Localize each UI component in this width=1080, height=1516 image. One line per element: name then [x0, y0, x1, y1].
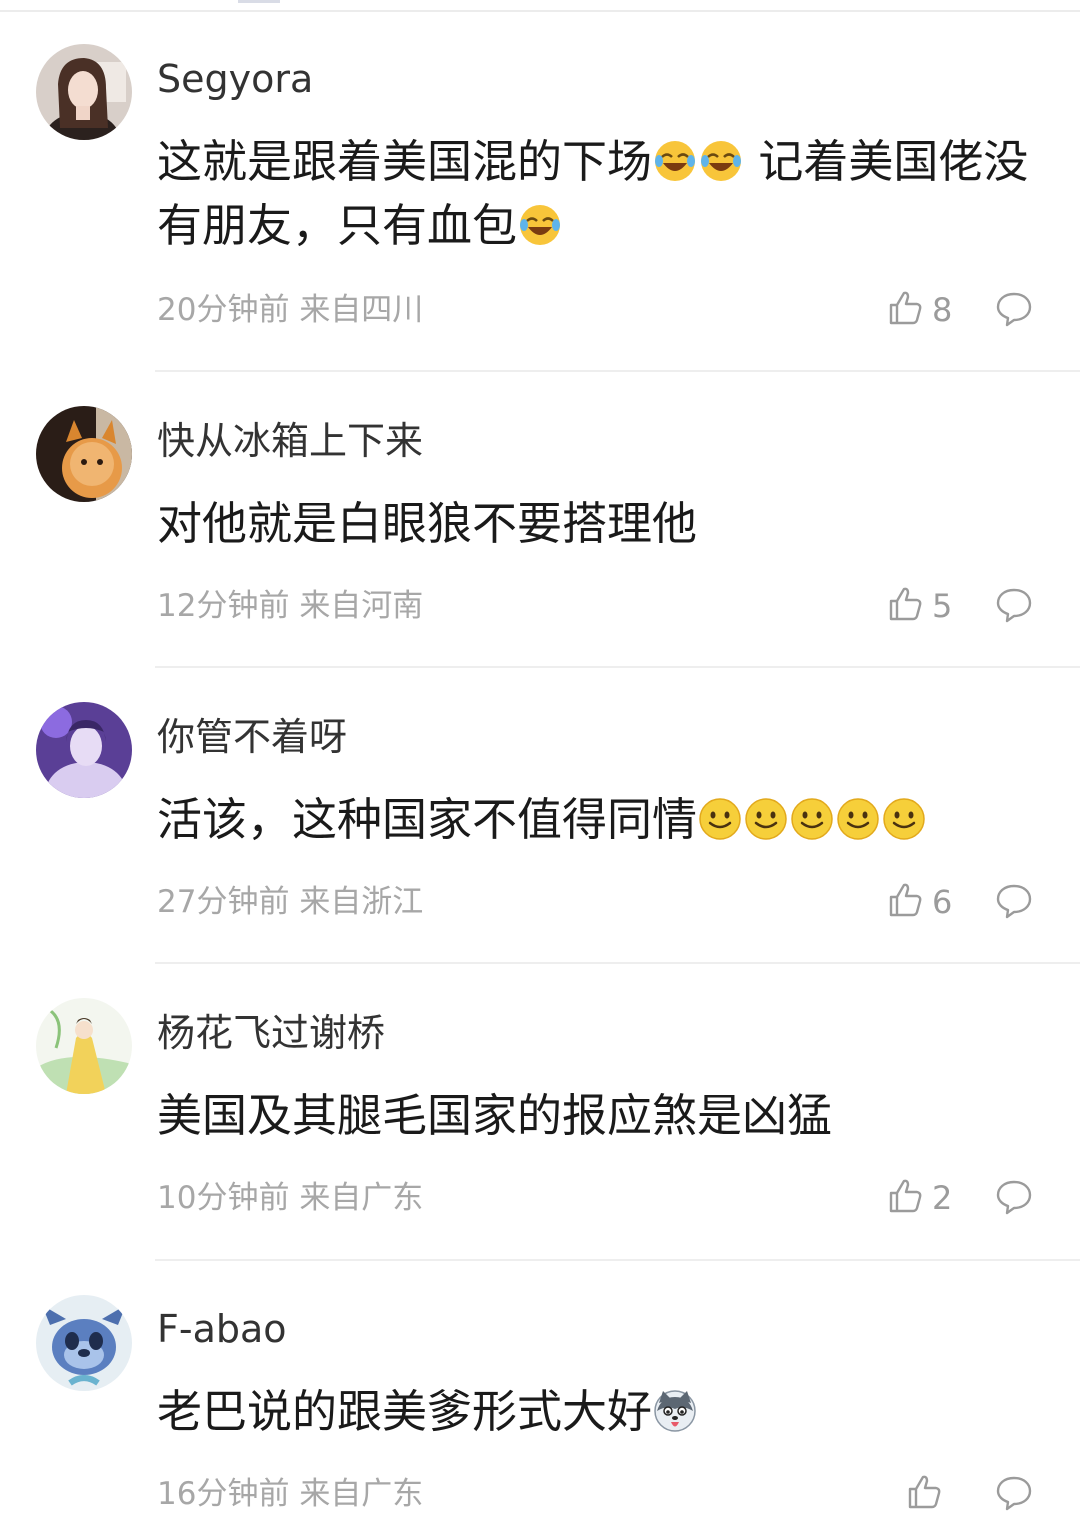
- comment-time: 10分钟前: [157, 1180, 290, 1216]
- reply-button[interactable]: [995, 290, 1035, 330]
- comment-location: 来自四川: [299, 292, 424, 328]
- comment-text: 美国及其腿毛国家的报应煞是凶猛: [157, 1084, 1047, 1148]
- reply-button[interactable]: [995, 586, 1035, 626]
- smile-emoji: [790, 797, 834, 841]
- comment-bubble-icon: [995, 292, 1033, 332]
- comment-meta: 27分钟前 来自浙江: [157, 882, 423, 922]
- comment-meta: 16分钟前 来自广东: [157, 1474, 423, 1514]
- like-count: 8: [932, 291, 953, 329]
- comment-username[interactable]: F-abao: [157, 1306, 287, 1352]
- comment-divider: [155, 370, 1080, 372]
- reply-button[interactable]: [995, 882, 1035, 922]
- laughing-tears-emoji: [518, 203, 562, 247]
- avatar[interactable]: [36, 1295, 132, 1391]
- comment-time: 20分钟前: [157, 292, 290, 328]
- thumbs-up-icon: [905, 1473, 943, 1515]
- tab-indicator: [238, 0, 280, 3]
- smile-emoji: [836, 797, 880, 841]
- comment-text-part: 活该，这种国家不值得同情: [157, 793, 698, 846]
- comment-divider: [155, 1259, 1080, 1261]
- comment-username[interactable]: 快从冰箱上下来: [157, 418, 423, 464]
- comment-bubble-icon: [995, 588, 1033, 628]
- comment-location: 来自河南: [299, 588, 424, 624]
- thumbs-up-icon: [886, 881, 924, 923]
- comment-text: 对他就是白眼狼不要搭理他: [157, 492, 1047, 556]
- comment-text: 老巴说的跟美爹形式大好: [157, 1380, 1047, 1444]
- avatar[interactable]: [36, 998, 132, 1094]
- comment-username[interactable]: 你管不着呀: [157, 714, 347, 760]
- comment-text-part: 美国及其腿毛国家的报应煞是凶猛: [157, 1089, 833, 1142]
- thumbs-up-icon: [886, 1177, 924, 1219]
- comment-divider: [155, 666, 1080, 668]
- smile-emoji: [882, 797, 926, 841]
- like-button[interactable]: [905, 1472, 985, 1516]
- smile-emoji: [744, 797, 788, 841]
- thumbs-up-icon: [886, 585, 924, 627]
- header-divider: [0, 10, 1080, 12]
- avatar[interactable]: [36, 702, 132, 798]
- comment-text-part: 老巴说的跟美爹形式大好: [157, 1385, 653, 1438]
- comment-divider: [155, 962, 1080, 964]
- comment-meta: 12分钟前 来自河南: [157, 586, 423, 626]
- avatar[interactable]: [36, 406, 132, 502]
- avatar[interactable]: [36, 44, 132, 140]
- comment-bubble-icon: [995, 1180, 1033, 1220]
- like-count: 2: [932, 1179, 953, 1217]
- like-count: 6: [932, 883, 953, 921]
- comment-meta: 10分钟前 来自广东: [157, 1178, 423, 1218]
- like-button[interactable]: 5: [886, 584, 966, 628]
- comment-time: 12分钟前: [157, 588, 290, 624]
- like-count: 5: [932, 587, 953, 625]
- reply-button[interactable]: [995, 1474, 1035, 1514]
- like-button[interactable]: 8: [886, 288, 966, 332]
- thumbs-up-icon: [886, 289, 924, 331]
- comment-bubble-icon: [995, 1476, 1033, 1516]
- laughing-tears-emoji: [653, 139, 697, 183]
- comment-text-part: 对他就是白眼狼不要搭理他: [157, 497, 698, 550]
- comment-text-part: 这就是跟着美国混的下场: [157, 135, 653, 188]
- smile-emoji: [698, 797, 742, 841]
- husky-dog-emoji: [653, 1389, 697, 1433]
- comment-location: 来自浙江: [299, 884, 424, 920]
- comment-time: 27分钟前: [157, 884, 290, 920]
- comment-location: 来自广东: [299, 1180, 424, 1216]
- comment-username[interactable]: Segyora: [157, 56, 313, 102]
- like-button[interactable]: 2: [886, 1176, 966, 1220]
- comment-time: 16分钟前: [157, 1476, 290, 1512]
- comment-meta: 20分钟前 来自四川: [157, 290, 423, 330]
- comment-text: 活该，这种国家不值得同情: [157, 788, 1047, 852]
- reply-button[interactable]: [995, 1178, 1035, 1218]
- comment-username[interactable]: 杨花飞过谢桥: [157, 1010, 385, 1056]
- comment-text: 这就是跟着美国混的下场 记着美国佬没有朋友，只有血包: [157, 130, 1047, 258]
- comment-bubble-icon: [995, 884, 1033, 924]
- laughing-tears-emoji: [699, 139, 743, 183]
- comment-location: 来自广东: [299, 1476, 424, 1512]
- like-button[interactable]: 6: [886, 880, 966, 924]
